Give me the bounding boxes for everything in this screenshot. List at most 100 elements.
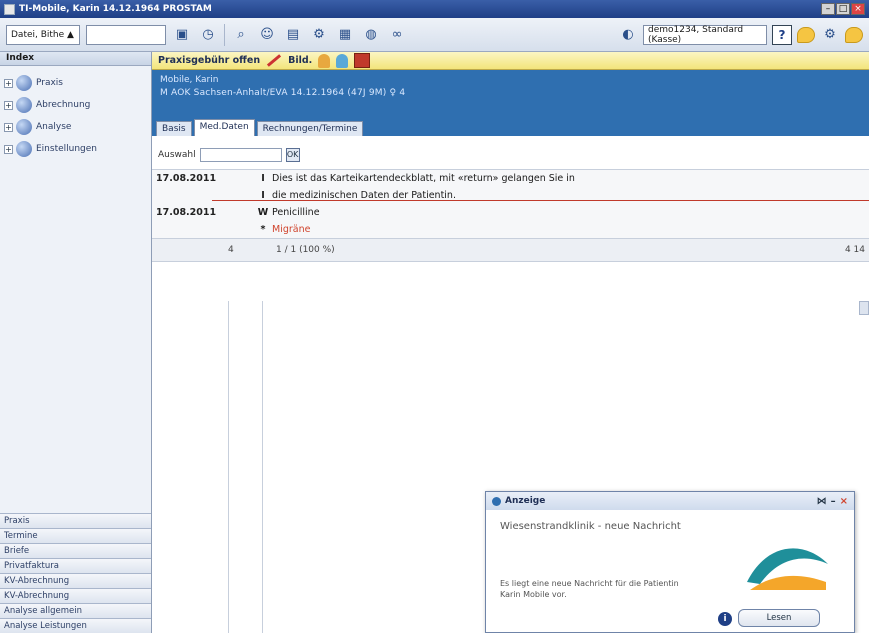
column-divider xyxy=(228,301,229,633)
alert-bar: Praxisgebühr offen Bild. xyxy=(152,52,869,70)
popup-title: Anzeige xyxy=(505,496,546,506)
tab-bar: Basis Med.Daten Rechnungen/Termine xyxy=(152,118,869,136)
app-icon xyxy=(4,3,15,15)
warning-icon[interactable] xyxy=(354,53,371,68)
tree-item-praxis[interactable]: + Praxis xyxy=(4,72,147,94)
entry-text: Migräne xyxy=(272,224,311,235)
entry-date: 17.08.2011 xyxy=(156,173,217,184)
date-combo[interactable]: Datei, Bithe ▲ xyxy=(6,24,80,45)
entry-type: * xyxy=(260,224,266,235)
folder-icon xyxy=(16,97,32,113)
popup-controls: ⋈ – × xyxy=(817,496,848,507)
tab-rechnungen-termine[interactable]: Rechnungen/Termine xyxy=(256,121,364,136)
sidebar: Index + Praxis + Abrechnung + Analyse + … xyxy=(0,52,152,633)
folder-icon xyxy=(16,75,32,91)
summary-pages: 1 / 1 (100 %) xyxy=(276,245,335,255)
filter-label: Auswahl xyxy=(158,149,196,160)
popup-heading: Wiesenstrandklinik - neue Nachricht xyxy=(500,521,681,532)
patient-header: Mobile, Karin M AOK Sachsen-Anhalt/EVA 1… xyxy=(152,70,869,118)
message-bubble-icon[interactable] xyxy=(797,26,815,43)
list-item[interactable]: * Migräne xyxy=(152,221,869,238)
folder-icon xyxy=(16,119,32,135)
clock-icon[interactable]: ◷ xyxy=(198,25,218,45)
nav-button-praxis[interactable]: Praxis xyxy=(0,513,151,528)
close-icon[interactable]: × xyxy=(840,496,848,507)
users-icon[interactable]: ◐ xyxy=(618,25,638,45)
user-combo[interactable]: demo1234, Standard (Kasse) xyxy=(643,24,767,45)
globe-icon[interactable]: ◍ xyxy=(361,25,381,45)
alert-label-2[interactable]: Bild. xyxy=(288,55,312,66)
tab-basis[interactable]: Basis xyxy=(156,121,192,136)
entry-date: 17.08.2011 xyxy=(156,207,217,218)
summary-right: 4 14 xyxy=(844,245,865,255)
chat-bubble-icon[interactable] xyxy=(845,26,863,43)
expand-icon[interactable]: + xyxy=(4,144,13,154)
link-icon[interactable]: ∞ xyxy=(387,25,407,45)
minimize-icon[interactable]: – xyxy=(831,496,836,507)
expand-icon[interactable]: + xyxy=(4,100,13,110)
maximize-button[interactable]: □ xyxy=(836,3,850,15)
nav-button-privatfaktura[interactable]: Privatfaktura xyxy=(0,558,151,573)
gear-icon[interactable]: ⚙ xyxy=(820,25,840,45)
window-titlebar: TI-Mobile, Karin 14.12.1964 PROSTAM – □ … xyxy=(0,0,869,18)
notification-popup: Anzeige ⋈ – × Wiesenstrandklinik - neue … xyxy=(485,491,855,633)
pen-icon[interactable] xyxy=(267,54,282,67)
nav-button-analyse-leistungen[interactable]: Analyse Leistungen xyxy=(0,618,151,633)
tree-item-analyse[interactable]: + Analyse xyxy=(4,116,147,138)
read-button[interactable]: Lesen xyxy=(738,609,820,627)
help-button[interactable]: ? xyxy=(772,24,792,45)
filter-row: Auswahl OK xyxy=(152,140,869,170)
nav-button-briefe[interactable]: Briefe xyxy=(0,543,151,558)
nav-button-termine[interactable]: Termine xyxy=(0,528,151,543)
people-icon[interactable]: ☺ xyxy=(257,25,277,45)
alert-label[interactable]: Praxisgebühr offen xyxy=(158,55,260,66)
selection-line xyxy=(212,200,869,201)
sidebar-nav-buttons: Praxis Termine Briefe Privatfaktura KV-A… xyxy=(0,513,151,633)
minimize-button[interactable]: – xyxy=(821,3,835,15)
settings-icon[interactable]: ⚙ xyxy=(309,25,329,45)
save-icon[interactable]: ▣ xyxy=(172,25,192,45)
patient-info: M AOK Sachsen-Anhalt/EVA 14.12.1964 (47J… xyxy=(160,88,406,98)
expand-icon[interactable]: + xyxy=(4,78,13,88)
tree-item-label: Abrechnung xyxy=(36,100,91,110)
tab-med-daten[interactable]: Med.Daten xyxy=(193,119,255,136)
navigation-tree: + Praxis + Abrechnung + Analyse + Einste… xyxy=(0,66,151,166)
entry-text: Dies ist das Karteikartendeckblatt, mit … xyxy=(272,173,575,184)
tree-item-abrechnung[interactable]: + Abrechnung xyxy=(4,94,147,116)
toolbar-input[interactable] xyxy=(86,24,166,45)
sidebar-header: Index xyxy=(0,52,151,66)
scrollbar-up-button[interactable] xyxy=(859,301,869,315)
main-toolbar: Datei, Bithe ▲ ▣ ◷ ⌕ ☺ ▤ ⚙ ▦ ◍ ∞ ◐ demo1… xyxy=(0,18,869,52)
patient-name: Mobile, Karin xyxy=(160,75,219,85)
search-icon[interactable]: ⌕ xyxy=(231,25,251,45)
filter-input[interactable] xyxy=(199,147,282,162)
record-entries: 17.08.2011 I Dies ist das Karteikartende… xyxy=(152,170,869,238)
tree-item-label: Analyse xyxy=(36,122,72,132)
nav-button-kv-abrechnung[interactable]: KV-Abrechnung xyxy=(0,573,151,588)
filter-go-button[interactable]: OK xyxy=(285,147,300,162)
close-button[interactable]: × xyxy=(851,3,865,15)
entry-date xyxy=(156,224,254,235)
entry-text: Penicilline xyxy=(272,207,320,218)
toolbar-right: ◐ demo1234, Standard (Kasse) ? ⚙ xyxy=(618,24,863,45)
entry-type: W xyxy=(257,207,269,218)
person-alt-icon[interactable] xyxy=(336,53,349,68)
list-item[interactable]: 17.08.2011 W Penicilline xyxy=(152,204,869,221)
list-item[interactable]: I die medizinischen Daten der Patientin. xyxy=(152,187,869,204)
popup-app-icon xyxy=(492,496,501,506)
popup-titlebar: Anzeige ⋈ – × xyxy=(486,492,854,510)
tree-item-einstellungen[interactable]: + Einstellungen xyxy=(4,138,147,160)
nav-button-kv-abrechnung-2[interactable]: KV-Abrechnung xyxy=(0,588,151,603)
document-icon[interactable]: ▤ xyxy=(283,25,303,45)
pin-icon[interactable]: ⋈ xyxy=(817,496,827,507)
expand-icon[interactable]: + xyxy=(4,122,13,132)
window-title: TI-Mobile, Karin 14.12.1964 PROSTAM xyxy=(19,4,212,14)
summary-count: 4 xyxy=(228,245,234,255)
person-icon[interactable] xyxy=(318,53,331,68)
list-item[interactable]: 17.08.2011 I Dies ist das Karteikartende… xyxy=(152,170,869,187)
tree-item-label: Einstellungen xyxy=(36,144,98,154)
nav-button-analyse-allgemein[interactable]: Analyse allgemein xyxy=(0,603,151,618)
calendar-icon[interactable]: ▦ xyxy=(335,25,355,45)
summary-row: 4 1 / 1 (100 %) 4 14 xyxy=(152,238,869,262)
window-controls: – □ × xyxy=(821,3,865,15)
